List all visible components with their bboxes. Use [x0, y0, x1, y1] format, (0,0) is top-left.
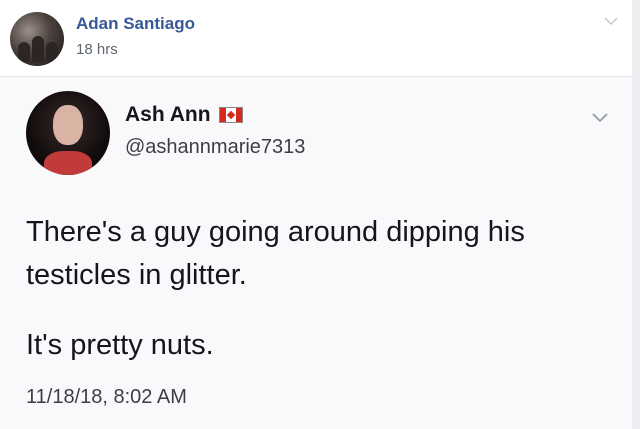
tweet-text-line: testicles in glitter.	[26, 259, 247, 291]
tweet-author-avatar[interactable]	[26, 91, 110, 175]
tweet-display-name[interactable]: Ash Ann	[125, 103, 243, 127]
post-timestamp-link[interactable]: 18 hrs	[76, 41, 118, 58]
author-avatar[interactable]	[10, 12, 64, 66]
tweet-text-line: It's pretty nuts.	[26, 329, 214, 361]
tweet-text-line: There's a guy going around dipping his	[26, 216, 525, 248]
facebook-post-header: Adan Santiago 18 hrs	[0, 0, 640, 77]
tweet-display-name-text: Ash Ann	[125, 103, 211, 126]
embedded-tweet: Ash Ann @ashannmarie7313 There's a guy g…	[0, 77, 640, 429]
tweet-timestamp[interactable]: 11/18/18, 8:02 AM	[26, 386, 187, 409]
canada-flag-icon	[218, 107, 243, 123]
tweet-handle[interactable]: @ashannmarie7313	[125, 136, 305, 159]
chevron-down-icon[interactable]	[604, 16, 618, 26]
chevron-down-icon[interactable]	[592, 113, 608, 123]
author-name-link[interactable]: Adan Santiago	[76, 14, 195, 34]
scrollbar-track[interactable]	[632, 0, 640, 429]
